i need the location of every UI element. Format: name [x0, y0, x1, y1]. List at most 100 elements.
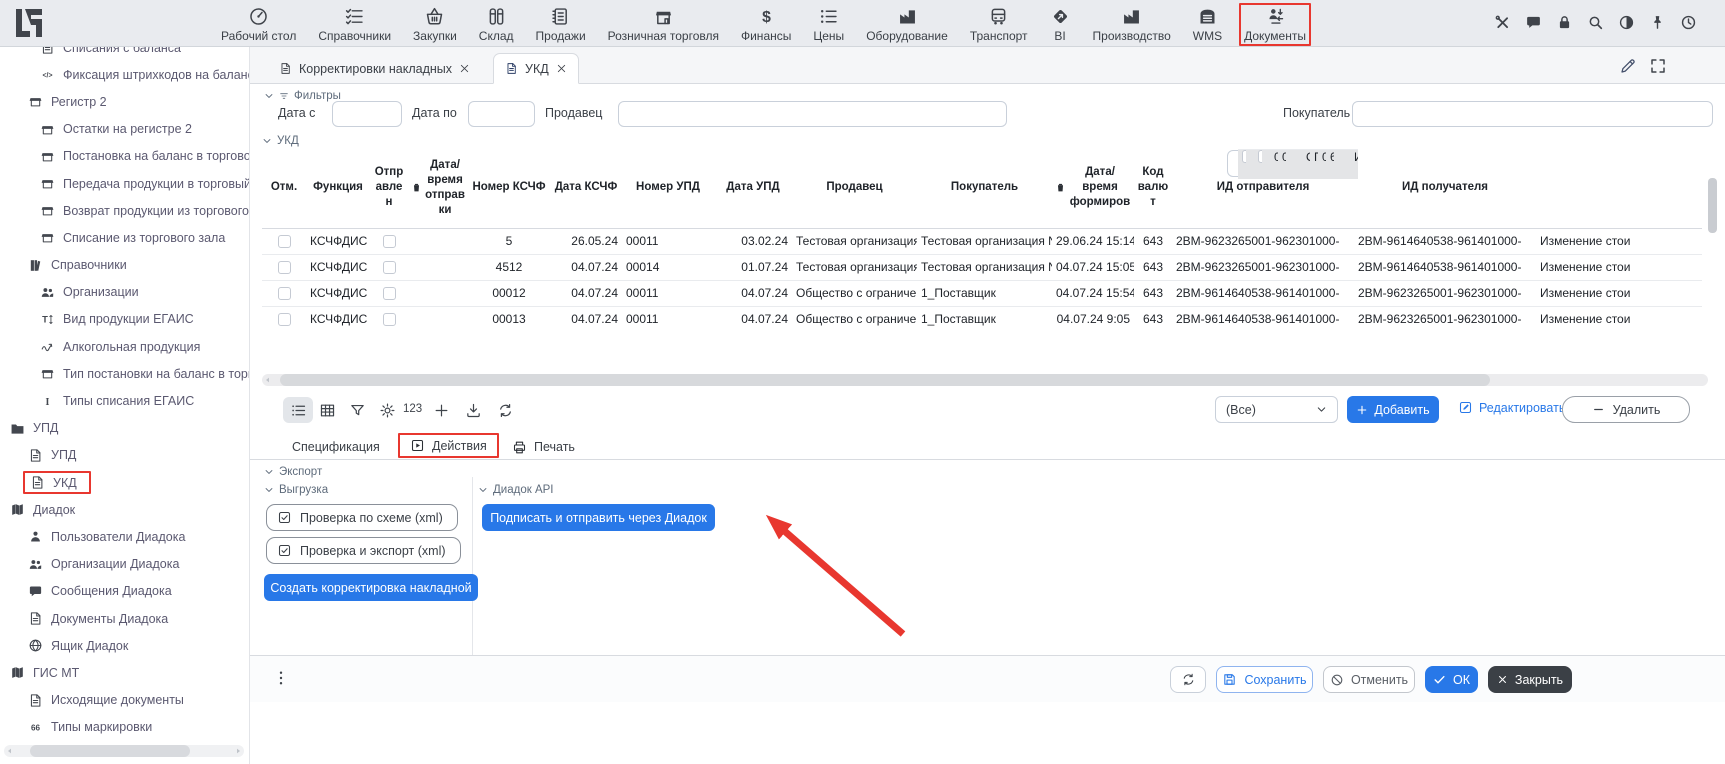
sidebar-item-22[interactable]: Ящик Диадок	[0, 632, 249, 659]
menu-item-2[interactable]: Закупки	[408, 3, 462, 46]
row-checkbox[interactable]	[383, 287, 396, 300]
col-header-kschf_num[interactable]: Номер КСЧФ	[468, 148, 550, 228]
lock-button[interactable]	[1556, 14, 1573, 36]
sync-button[interactable]	[1170, 666, 1206, 693]
create-correction-button[interactable]: Создать корректировка накладной	[264, 574, 478, 601]
add-button[interactable]: Добавить	[1347, 396, 1439, 423]
close-icon[interactable]	[459, 63, 470, 74]
sidebar-item-4[interactable]: Постановка на баланс в торговом	[0, 143, 249, 170]
filter-input-date-from[interactable]	[332, 101, 402, 127]
menu-item-10[interactable]: BI	[1045, 3, 1076, 46]
col-header-note[interactable]	[1536, 148, 1702, 228]
col-header-buyer[interactable]: Покупатель	[917, 148, 1052, 228]
sidebar-item-14[interactable]: УПД	[0, 415, 249, 442]
ok-button[interactable]: ОК	[1425, 666, 1478, 693]
menu-item-3[interactable]: Склад	[474, 3, 519, 46]
sign-send-diadoc-button[interactable]: Подписать и отправить через Диадок	[482, 504, 715, 531]
fullscreen-button[interactable]	[1649, 57, 1667, 80]
table-hscrollbar-thumb[interactable]	[280, 374, 1490, 386]
sidebar-item-20[interactable]: Сообщения Диадока	[0, 578, 249, 605]
pin-button[interactable]	[1649, 14, 1666, 36]
sidebar-item-11[interactable]: Алкогольная продукция	[0, 333, 249, 360]
row-checkbox[interactable]	[383, 261, 396, 274]
cancel-button[interactable]: Отменить	[1323, 666, 1415, 693]
filter-input-seller[interactable]	[618, 101, 1007, 127]
row-checkbox[interactable]	[278, 313, 291, 326]
table-vscrollbar-thumb[interactable]	[1708, 178, 1717, 233]
search-button[interactable]	[1587, 14, 1604, 36]
sidebar-item-5[interactable]: Передача продукции в торговый	[0, 170, 249, 197]
sidebar-item-13[interactable]: Типы списания ЕГАИС	[0, 387, 249, 414]
row-checkbox[interactable]	[278, 261, 291, 274]
menu-item-9[interactable]: Транспорт	[965, 3, 1033, 46]
row-checkbox[interactable]	[383, 313, 396, 326]
col-header-send_dt[interactable]: Дата/ время отправки	[408, 148, 468, 228]
add-row-button[interactable]	[426, 397, 456, 423]
check-schema-button[interactable]: Проверка по схеме (xml)	[266, 504, 458, 531]
tools-button[interactable]	[1494, 14, 1511, 36]
col-header-otm[interactable]: Отм.	[262, 148, 306, 228]
menu-item-8[interactable]: Оборудование	[861, 3, 953, 46]
sidebar-hscrollbar-thumb[interactable]	[30, 745, 190, 757]
sidebar-item-12[interactable]: Тип постановки на баланс в торго	[0, 360, 249, 387]
grid-section-toggle[interactable]: УКД	[262, 135, 299, 147]
col-header-kschf_date[interactable]: Дата КСЧФ	[550, 148, 622, 228]
col-header-upd_date[interactable]: Дата УПД	[714, 148, 792, 228]
col-header-receiver_id[interactable]: ИД получателя	[1354, 148, 1536, 228]
row-checkbox[interactable]	[278, 235, 291, 248]
sidebar-item-10[interactable]: Вид продукции ЕГАИС	[0, 306, 249, 333]
unload-section-toggle[interactable]: Выгрузка	[264, 484, 328, 496]
row-checkbox[interactable]	[383, 235, 396, 248]
edit-layout-button[interactable]	[1619, 57, 1637, 80]
sidebar-item-15[interactable]: УПД	[0, 442, 249, 469]
sidebar-item-3[interactable]: Остатки на регистре 2	[0, 116, 249, 143]
filter-input-date-to[interactable]	[468, 101, 535, 127]
more-options-button[interactable]	[272, 669, 290, 692]
table-row[interactable]: КСЧФДИС0001204.07.240001104.07.24Обществ…	[262, 280, 1702, 306]
sidebar-item-17[interactable]: Диадок	[0, 496, 249, 523]
contrast-button[interactable]	[1618, 14, 1635, 36]
diadoc-section-toggle[interactable]: Диадок API	[478, 484, 553, 496]
table-row[interactable]: 0001505.07.24Общество с ограниченнПокупа…	[1227, 150, 1350, 177]
sidebar-item-8[interactable]: Справочники	[0, 252, 249, 279]
sidebar-item-6[interactable]: Возврат продукции из торгового	[0, 197, 249, 224]
export-download-button[interactable]	[458, 397, 488, 423]
sidebar-item-16[interactable]: УКД	[0, 469, 249, 496]
filter-button[interactable]	[342, 397, 372, 423]
view-grid-button[interactable]	[312, 397, 342, 423]
table-row[interactable]: КСЧФДИС451204.07.240001401.07.24Тестовая…	[262, 254, 1702, 280]
menu-item-6[interactable]: Финансы	[736, 3, 796, 46]
table-hscrollbar[interactable]	[262, 374, 1708, 386]
sidebar-item-25[interactable]: Типы маркировки	[0, 714, 249, 741]
edit-button[interactable]: Редактировать	[1452, 399, 1571, 416]
clock-button[interactable]	[1680, 14, 1697, 36]
sidebar-item-18[interactable]: Пользователи Диадока	[0, 523, 249, 550]
table-row[interactable]: КСЧФДИС526.05.240001103.02.24Тестовая ор…	[262, 228, 1702, 254]
menu-item-0[interactable]: Рабочий стол	[216, 3, 301, 46]
sidebar-item-0[interactable]: Списания с баланса	[0, 47, 249, 61]
chat-button[interactable]	[1525, 14, 1542, 36]
tab-print[interactable]: Печать	[512, 436, 575, 458]
close-icon[interactable]	[556, 63, 567, 74]
sidebar-item-1[interactable]: Фиксация штрихкодов на баланс	[0, 61, 249, 88]
scroll-left-icon[interactable]	[6, 747, 14, 755]
col-header-sent[interactable]: Отправлен	[370, 148, 408, 228]
scroll-right-icon[interactable]	[234, 747, 242, 755]
col-header-currency[interactable]: Код валют	[1134, 148, 1172, 228]
col-header-form_dt[interactable]: Дата/ время формиров	[1052, 148, 1134, 228]
menu-item-5[interactable]: Розничная торговля	[603, 3, 724, 46]
close-button[interactable]: Закрыть	[1488, 666, 1572, 693]
sidebar-item-24[interactable]: Исходящие документы	[0, 687, 249, 714]
rows-filter-select[interactable]: (Все)	[1215, 396, 1338, 423]
tab-specification[interactable]: Спецификация	[292, 436, 380, 458]
sidebar-hscrollbar[interactable]	[4, 745, 244, 757]
row-checkbox[interactable]	[278, 287, 291, 300]
tab-actions[interactable]: Действия	[398, 433, 499, 458]
sidebar-item-21[interactable]: Документы Диадока	[0, 605, 249, 632]
doc-tab-1[interactable]: УКД	[493, 53, 579, 84]
settings-button[interactable]	[372, 397, 402, 423]
col-header-func[interactable]: Функция	[306, 148, 370, 228]
table-row[interactable]: КСЧФДИС0001304.07.240001104.07.24Обществ…	[262, 306, 1702, 332]
view-list-button[interactable]	[283, 397, 313, 423]
sidebar-item-2[interactable]: Регистр 2	[0, 88, 249, 115]
